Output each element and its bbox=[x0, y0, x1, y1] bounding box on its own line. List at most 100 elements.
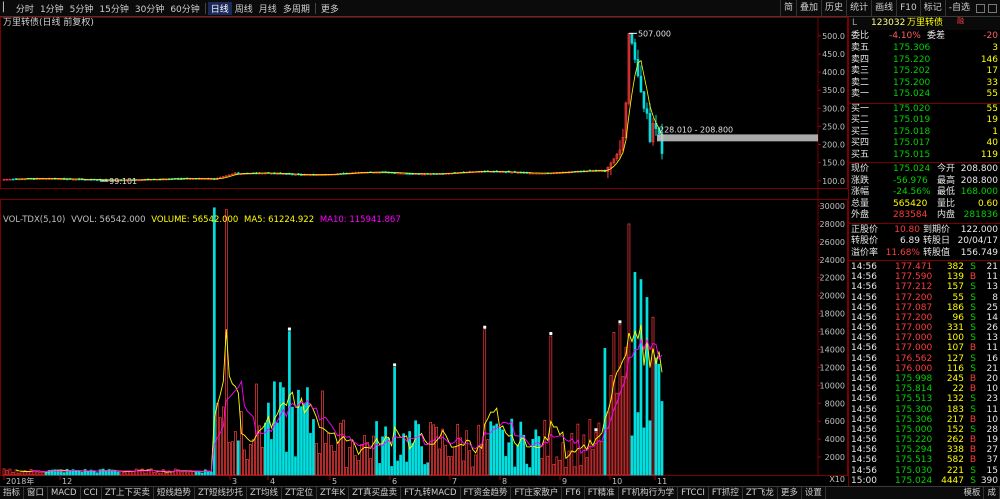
tick-row[interactable]: 14:56 177.000 107 B 11 bbox=[849, 343, 1000, 353]
toolbar-button-0[interactable]: 简 bbox=[780, 0, 796, 16]
tab-period-10[interactable]: 更多 bbox=[318, 2, 342, 15]
bond-value: 10.80 bbox=[894, 224, 920, 235]
ticks-divider bbox=[849, 260, 1000, 261]
tick-row[interactable]: 14:56 177.200 96 S 14 bbox=[849, 313, 1000, 323]
tab-period-9[interactable]: 多周期 bbox=[280, 2, 313, 15]
stat-value: 0.60 bbox=[977, 198, 998, 209]
bottom-tab-9[interactable]: ZT年K bbox=[317, 487, 350, 499]
chart-svg[interactable]: 500.0 450.0 400.0 350.0 300.0 250.0 200.0 150.0… bbox=[0, 17, 848, 486]
tick-row[interactable]: 14:56 177.212 157 S 13 bbox=[849, 282, 1000, 292]
volume-frame bbox=[0, 199, 848, 476]
toolbar-button-3[interactable]: 统计 bbox=[846, 0, 871, 16]
bottom-tab-3[interactable]: CCI bbox=[81, 487, 102, 499]
tick-row[interactable]: 14:56 175.814 22 B 10 bbox=[849, 384, 1000, 394]
x-tick-label: 9 bbox=[562, 477, 567, 486]
tick-row[interactable]: 14:56 177.200 55 S 8 bbox=[849, 293, 1000, 303]
bottom-right-1[interactable]: 成 bbox=[984, 487, 1000, 499]
tab-period-4[interactable]: 30分钟 bbox=[132, 2, 167, 15]
tick-row[interactable]: 14:56 177.000 100 S 13 bbox=[849, 333, 1000, 343]
tick-time: 14:56 bbox=[851, 312, 877, 323]
tick-volume: 382 bbox=[946, 262, 964, 272]
tick-row[interactable]: 14:56 175.998 245 B 20 bbox=[849, 374, 1000, 384]
volume-bar bbox=[384, 426, 387, 476]
bottom-tab-5[interactable]: 短线趋势 bbox=[154, 487, 195, 499]
scroll-left-icon[interactable]: ▏ bbox=[0, 3, 13, 13]
bond-value: 6.89 bbox=[899, 236, 920, 246]
tick-row[interactable]: 14:56 176.000 116 S 21 bbox=[849, 364, 1000, 374]
volume-marker bbox=[618, 320, 622, 324]
tick-volume: 116 bbox=[946, 363, 964, 374]
bond-value: 122.000 bbox=[960, 224, 998, 235]
price-tick-label: 350.0 bbox=[822, 86, 845, 95]
toolbar-button-2[interactable]: 历史 bbox=[821, 0, 846, 16]
bottom-tab-4[interactable]: ZT上下买卖 bbox=[102, 487, 154, 499]
bottom-tab-20[interactable]: 更多 bbox=[778, 487, 802, 499]
bid-price: 175.020 bbox=[893, 103, 931, 114]
volume-bar bbox=[92, 470, 96, 476]
bond-label: 转股日 bbox=[923, 236, 951, 246]
bottom-tab-17[interactable]: FTCCI bbox=[678, 487, 709, 499]
bottom-tab-1[interactable]: 窗口 bbox=[24, 487, 49, 499]
volume-bar bbox=[294, 456, 297, 476]
bottom-tab-15[interactable]: FT精准 bbox=[585, 487, 619, 499]
toolbar-button-4[interactable]: 画线 bbox=[871, 0, 896, 16]
tick-row[interactable]: 14:56 175.000 152 S 28 bbox=[849, 425, 1000, 435]
tick-row[interactable]: 14:56 175.513 582 B 37 bbox=[849, 455, 1000, 465]
toolbar-button-1[interactable]: 叠加 bbox=[796, 0, 821, 16]
bottom-tab-21[interactable]: 设置 bbox=[802, 487, 826, 499]
bottom-tab-13[interactable]: FT庄家散户 bbox=[511, 487, 563, 499]
tick-row[interactable]: 14:56 177.471 382 S 21 bbox=[849, 262, 1000, 272]
volume-bar bbox=[38, 472, 42, 476]
volume-bar bbox=[456, 424, 460, 476]
tab-period-5[interactable]: 60分钟 bbox=[167, 2, 202, 15]
bottom-tab-12[interactable]: FT资金趋势 bbox=[461, 487, 512, 499]
tab-period-2[interactable]: 5分钟 bbox=[67, 2, 97, 15]
tick-row[interactable]: 14:56 175.513 132 S 23 bbox=[849, 394, 1000, 404]
volume-bar bbox=[525, 463, 529, 476]
bottom-tab-18[interactable]: FT抓控 bbox=[709, 487, 743, 499]
bottom-tab-2[interactable]: MACD bbox=[48, 487, 81, 499]
tab-period-6[interactable]: 日线 bbox=[207, 1, 232, 15]
tab-period-3[interactable]: 15分钟 bbox=[96, 2, 131, 15]
minimize-icon[interactable] bbox=[976, 3, 985, 13]
bottom-right-0[interactable]: 模板 bbox=[960, 487, 985, 499]
volume-bar bbox=[80, 472, 84, 476]
tick-row[interactable]: 14:56 175.306 217 B 10 bbox=[849, 415, 1000, 425]
bottom-tab-6[interactable]: ZT短线抄托 bbox=[195, 487, 247, 499]
tab-period-0[interactable]: 分时 bbox=[13, 2, 37, 15]
tick-row[interactable]: 14:56 177.087 186 S 25 bbox=[849, 303, 1000, 313]
volume-bar bbox=[432, 424, 436, 476]
volume-bar bbox=[558, 459, 562, 476]
tick-row[interactable]: 14:56 175.220 262 B 19 bbox=[849, 435, 1000, 445]
toolbar-button-6[interactable]: 标记 bbox=[919, 0, 945, 16]
tab-separator bbox=[204, 2, 206, 14]
volume-bar bbox=[264, 422, 267, 476]
tab-period-1[interactable]: 1分钟 bbox=[37, 2, 67, 15]
tick-price: 177.000 bbox=[895, 333, 933, 344]
bottom-tab-14[interactable]: FT6 bbox=[562, 487, 585, 499]
bottom-tab-8[interactable]: ZT定位 bbox=[282, 487, 317, 499]
ask-label: 卖四 bbox=[851, 54, 870, 65]
chart-area[interactable]: 500.0 450.0 400.0 350.0 300.0 250.0 200.0 150.0… bbox=[0, 17, 848, 486]
bottom-tab-0[interactable]: 指标 bbox=[0, 487, 25, 499]
tick-row[interactable]: 15:00 175.024 4447 S 390 bbox=[849, 476, 1000, 486]
tick-row[interactable]: 14:56 177.590 139 B 11 bbox=[849, 272, 1000, 282]
volume-bar bbox=[453, 446, 457, 476]
tick-price: 177.212 bbox=[895, 282, 933, 293]
tick-row[interactable]: 14:56 175.030 221 S 15 bbox=[849, 466, 1000, 476]
close-icon[interactable] bbox=[988, 3, 997, 13]
tab-period-7[interactable]: 周线 bbox=[232, 2, 256, 15]
bottom-tab-16[interactable]: FT机构行为学 bbox=[619, 487, 679, 499]
tick-row[interactable]: 14:56 177.000 331 S 26 bbox=[849, 323, 1000, 333]
bottom-tab-11[interactable]: FT九转MACD bbox=[401, 487, 461, 499]
tick-volume: 132 bbox=[946, 394, 964, 405]
tick-row[interactable]: 14:56 175.294 338 B 27 bbox=[849, 445, 1000, 455]
toolbar-button-5[interactable]: F10 bbox=[896, 0, 920, 16]
bottom-tab-10[interactable]: ZT真买盘卖 bbox=[349, 487, 402, 499]
tab-period-8[interactable]: 月线 bbox=[256, 2, 280, 15]
tick-row[interactable]: 14:56 176.562 127 S 16 bbox=[849, 354, 1000, 364]
bottom-tab-7[interactable]: ZT均线 bbox=[247, 487, 282, 499]
tick-row[interactable]: 14:56 175.300 183 S 11 bbox=[849, 405, 1000, 415]
bottom-tab-19[interactable]: ZT飞龙 bbox=[743, 487, 778, 499]
volume-marker bbox=[483, 325, 487, 329]
